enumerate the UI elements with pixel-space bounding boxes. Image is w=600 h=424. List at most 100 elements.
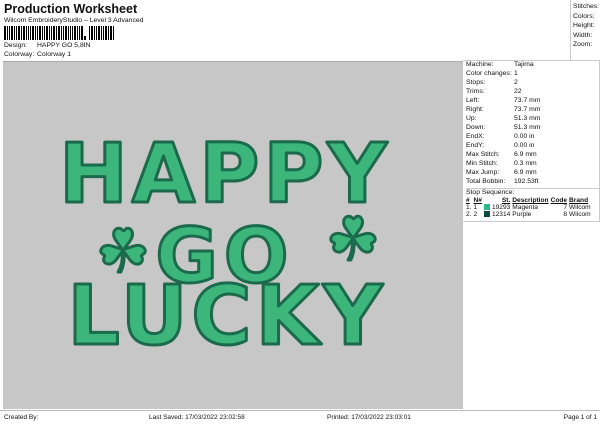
barcode-bar bbox=[30, 26, 31, 40]
barcode-bar bbox=[42, 26, 43, 40]
detail-value: 6.9 mm bbox=[514, 151, 537, 158]
barcode-bar bbox=[35, 26, 36, 40]
page-number: Page 1 of 1 bbox=[563, 414, 597, 421]
detail-value: 0.00 in bbox=[514, 133, 535, 140]
stop-sequence-table: # N# St. Description Code Brand 1. 1 19293 Magen… bbox=[466, 197, 593, 218]
barcode-bar bbox=[68, 26, 69, 40]
barcode-bar bbox=[53, 26, 55, 40]
barcode-bar bbox=[32, 26, 34, 40]
barcode-bar bbox=[18, 26, 20, 40]
embroidery-design: HAPPY GO LUCKY ☘ ☘ bbox=[58, 126, 389, 366]
cell-brand: Wilcom bbox=[569, 211, 591, 218]
cell-brand: Wilcom bbox=[569, 204, 591, 211]
detail-label: Max Jump: bbox=[466, 169, 500, 176]
colorway-value: Colorway 1 bbox=[37, 51, 71, 58]
cell-num: 2 bbox=[473, 211, 478, 218]
column-header: Description bbox=[512, 197, 549, 204]
detail-value: Tajima bbox=[514, 61, 534, 68]
page-title: Production Worksheet bbox=[4, 2, 138, 16]
shamrock-left-icon: ☘ bbox=[96, 217, 150, 287]
barcode-bar bbox=[79, 26, 80, 40]
barcode-bar bbox=[65, 26, 67, 40]
barcode-bar bbox=[11, 26, 13, 40]
stitch-count: 19293 bbox=[491, 204, 511, 211]
barcode-bar bbox=[63, 26, 64, 40]
cell-code: 8 bbox=[563, 211, 568, 218]
barcode-bar bbox=[51, 26, 52, 40]
barcode-bar bbox=[9, 26, 10, 40]
detail-label: EndX: bbox=[466, 133, 485, 140]
barcode-bar bbox=[91, 26, 93, 40]
barcode-bar bbox=[37, 26, 38, 40]
detail-value: 2 bbox=[514, 79, 518, 86]
cell-n: 1. bbox=[466, 204, 472, 211]
barcode-bar bbox=[39, 26, 41, 40]
column-header: Brand bbox=[569, 197, 589, 204]
detail-label: Left: bbox=[466, 97, 480, 104]
stop-sequence-title: Stop Sequence: bbox=[466, 189, 515, 196]
stat-label: Height: bbox=[573, 22, 595, 30]
cell-desc: Magenta bbox=[512, 204, 538, 211]
design-label: Design: bbox=[4, 42, 28, 49]
cell-num: 1 bbox=[473, 204, 478, 211]
details-panel: Machine: Tajima Color changes: 1 Stops: 2 Trim… bbox=[463, 60, 600, 222]
detail-value: 6.9 mm bbox=[514, 169, 537, 176]
barcode-bar bbox=[56, 26, 57, 40]
footer: Created By: Last Saved: 17/03/2022 23:02… bbox=[0, 410, 600, 424]
barcode-bar bbox=[61, 26, 62, 40]
barcode-bar bbox=[72, 26, 73, 40]
stat-label: Zoom: bbox=[573, 41, 593, 49]
barcode-bar bbox=[28, 26, 29, 40]
barcode bbox=[4, 26, 115, 40]
barcode-bar bbox=[49, 26, 50, 40]
barcode-bar bbox=[44, 26, 45, 40]
stat-label: Stitches: bbox=[573, 3, 600, 10]
detail-label: Up: bbox=[466, 115, 477, 122]
barcode-bar bbox=[23, 26, 25, 40]
stitch-count: 12314 bbox=[491, 211, 511, 218]
column-header: St. bbox=[501, 197, 511, 204]
detail-value: 73.7 mm bbox=[514, 97, 541, 104]
stat-label: Colors: bbox=[573, 12, 595, 20]
created-by: Created By: bbox=[4, 414, 39, 421]
table-row: 1. 1 19293 Magenta 7 Wilcom bbox=[466, 204, 593, 211]
last-saved: Last Saved: 17/03/2022 23:02:58 bbox=[149, 414, 245, 421]
detail-label: Stops: bbox=[466, 79, 486, 86]
color-swatch bbox=[483, 204, 490, 211]
barcode-bar bbox=[26, 26, 27, 40]
detail-label: EndY: bbox=[466, 142, 485, 149]
barcode-bar bbox=[16, 26, 17, 40]
detail-value: 192.53ft bbox=[514, 178, 539, 185]
detail-label: Max Stitch: bbox=[466, 151, 500, 158]
design-canvas: HAPPY GO LUCKY ☘ ☘ bbox=[3, 61, 463, 409]
barcode-bar bbox=[84, 36, 86, 40]
barcode-bar bbox=[58, 26, 60, 40]
detail-value: 22 bbox=[514, 88, 522, 95]
shamrock-right-icon: ☘ bbox=[326, 205, 380, 275]
colorway-label: Colorway: bbox=[4, 51, 35, 58]
detail-value: 51.3 mm bbox=[514, 124, 541, 131]
barcode-bar bbox=[7, 26, 8, 40]
cell-n: 2. bbox=[466, 211, 472, 218]
detail-value: 51.3 mm bbox=[514, 115, 541, 122]
detail-label: Color changes: bbox=[466, 70, 512, 77]
table-row: 2. 2 12314 Purple 8 Wilcom bbox=[466, 211, 593, 218]
software-subtitle: Wilcom EmbroideryStudio – Level 3 Advanc… bbox=[4, 17, 144, 24]
barcode-bar bbox=[110, 26, 112, 40]
detail-label: Down: bbox=[466, 124, 486, 131]
column-header: N# bbox=[473, 197, 482, 204]
design-value: HAPPY GO 5,8IN bbox=[37, 42, 91, 49]
detail-value: 1 bbox=[514, 70, 518, 77]
barcode-bar bbox=[74, 26, 76, 40]
detail-label: Total Bobbin: bbox=[466, 178, 506, 185]
barcode-bar bbox=[103, 26, 104, 40]
column-header: # bbox=[466, 197, 470, 204]
cell-desc: Purple bbox=[512, 211, 532, 218]
detail-label: Machine: bbox=[466, 61, 494, 68]
barcode-bar bbox=[77, 26, 78, 40]
column-header: Code bbox=[550, 197, 568, 204]
barcode-bar bbox=[108, 26, 109, 40]
barcode-bar bbox=[101, 26, 102, 40]
barcode-bar bbox=[96, 26, 97, 40]
barcode-bar bbox=[81, 26, 83, 40]
